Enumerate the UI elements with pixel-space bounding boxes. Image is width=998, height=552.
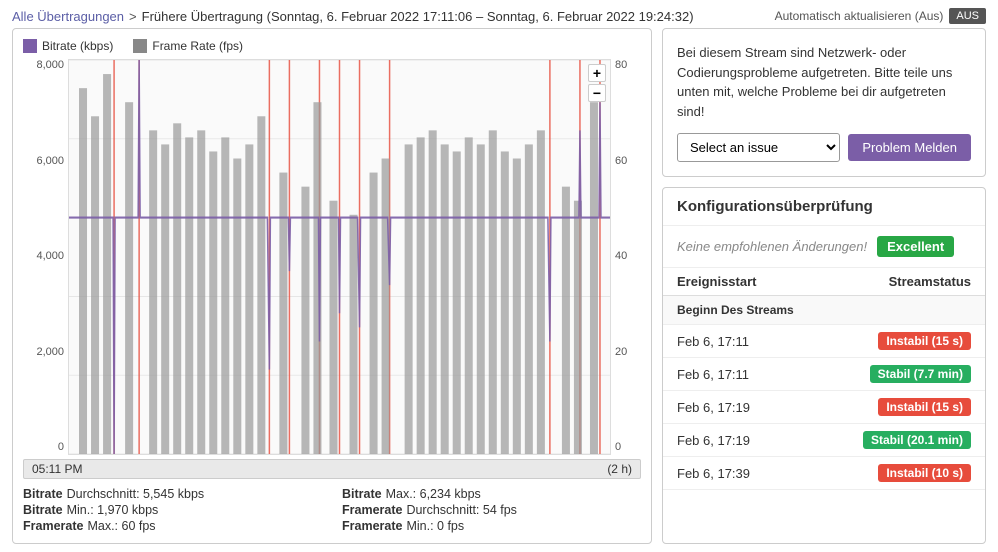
status-badge: Stabil (20.1 min) xyxy=(863,431,971,449)
breadcrumb-sep: > xyxy=(129,9,137,24)
table-row: Feb 6, 17:19 Stabil (20.1 min) xyxy=(663,424,985,457)
config-no-changes: Keine empfohlenen Änderungen! Excellent xyxy=(663,226,985,268)
table-row: Feb 6, 17:11 Instabil (15 s) xyxy=(663,325,985,358)
table-row: Feb 6, 17:19 Instabil (15 s) xyxy=(663,391,985,424)
event-section-label: Beginn Des Streams xyxy=(677,303,971,317)
event-section-header: Beginn Des Streams xyxy=(663,296,985,325)
auto-update-toggle[interactable]: AUS xyxy=(949,8,986,24)
legend-label-bitrate: Bitrate (kbps) xyxy=(42,39,113,53)
stat-bitrate-avg: Bitrate Durchschnitt: 5,545 kbps xyxy=(23,487,322,501)
stat-framerate-min: Framerate Min.: 0 fps xyxy=(342,519,641,533)
legend-label-framerate: Frame Rate (fps) xyxy=(152,39,243,53)
event-date-1: Feb 6, 17:11 xyxy=(677,334,824,349)
table-row: Feb 6, 17:11 Stabil (7.7 min) xyxy=(663,358,985,391)
event-table: Ereignisstart Streamstatus Beginn Des St… xyxy=(663,268,985,543)
stat-framerate-avg: Framerate Durchschnitt: 54 fps xyxy=(342,503,641,517)
issue-box: Bei diesem Stream sind Netzwerk- oder Co… xyxy=(662,28,986,177)
auto-update-label: Automatisch aktualisieren (Aus) xyxy=(775,9,944,23)
issue-select[interactable]: Select an issue Netzwerkproblem Codierun… xyxy=(677,133,840,162)
breadcrumb-current: Frühere Übertragung (Sonntag, 6. Februar… xyxy=(142,9,694,24)
event-date-5: Feb 6, 17:39 xyxy=(677,466,824,481)
issue-controls: Select an issue Netzwerkproblem Codierun… xyxy=(677,133,971,162)
event-status-4: Stabil (20.1 min) xyxy=(824,431,971,449)
chart-area: 8,000 6,000 4,000 2,000 0 xyxy=(23,59,641,455)
zoom-controls: + − xyxy=(588,64,606,102)
stat-bitrate-max: Bitrate Max.: 6,234 kbps xyxy=(342,487,641,501)
left-panel: Bitrate (kbps) Frame Rate (fps) 8,000 6,… xyxy=(12,28,652,544)
status-badge: Instabil (10 s) xyxy=(878,464,971,482)
event-table-header: Ereignisstart Streamstatus xyxy=(663,268,985,296)
table-row: Feb 6, 17:39 Instabil (10 s) xyxy=(663,457,985,490)
excellent-badge: Excellent xyxy=(877,236,954,257)
status-badge: Instabil (15 s) xyxy=(878,398,971,416)
chart-legend: Bitrate (kbps) Frame Rate (fps) xyxy=(23,39,641,53)
zoom-out-button[interactable]: − xyxy=(588,84,606,102)
legend-color-framerate xyxy=(133,39,147,53)
col-header-status: Streamstatus xyxy=(824,274,971,289)
event-status-2: Stabil (7.7 min) xyxy=(824,365,971,383)
zoom-in-button[interactable]: + xyxy=(588,64,606,82)
event-date-4: Feb 6, 17:19 xyxy=(677,433,824,448)
config-no-changes-text: Keine empfohlenen Änderungen! xyxy=(677,239,867,254)
x-axis-duration: (2 h) xyxy=(607,462,632,476)
right-panel: Bei diesem Stream sind Netzwerk- oder Co… xyxy=(662,28,986,544)
stats-area: Bitrate Durchschnitt: 5,545 kbps Bitrate… xyxy=(23,487,641,533)
legend-color-bitrate xyxy=(23,39,37,53)
issue-text: Bei diesem Stream sind Netzwerk- oder Co… xyxy=(677,43,971,121)
event-date-3: Feb 6, 17:19 xyxy=(677,400,824,415)
config-header: Konfigurationsüberprüfung xyxy=(663,188,985,226)
auto-update-area: Automatisch aktualisieren (Aus) AUS xyxy=(775,8,986,24)
y-axis-right: 80 60 40 20 0 xyxy=(611,59,641,455)
stat-bitrate-min: Bitrate Min.: 1,970 kbps xyxy=(23,503,322,517)
event-status-5: Instabil (10 s) xyxy=(824,464,971,482)
legend-item-framerate: Frame Rate (fps) xyxy=(133,39,243,53)
event-status-1: Instabil (15 s) xyxy=(824,332,971,350)
chart-canvas: + − xyxy=(68,59,611,455)
legend-item-bitrate: Bitrate (kbps) xyxy=(23,39,113,53)
report-button[interactable]: Problem Melden xyxy=(848,134,971,161)
all-transmissions-link[interactable]: Alle Übertragungen xyxy=(12,9,124,24)
top-nav: Alle Übertragungen > Frühere Übertragung… xyxy=(0,0,998,28)
status-badge: Stabil (7.7 min) xyxy=(870,365,971,383)
event-date-2: Feb 6, 17:11 xyxy=(677,367,824,382)
status-badge: Instabil (15 s) xyxy=(878,332,971,350)
x-axis-start: 05:11 PM xyxy=(32,462,82,476)
stat-framerate-max: Framerate Max.: 60 fps xyxy=(23,519,322,533)
x-axis-bar: 05:11 PM (2 h) xyxy=(23,459,641,479)
col-header-event: Ereignisstart xyxy=(677,274,824,289)
config-box: Konfigurationsüberprüfung Keine empfohle… xyxy=(662,187,986,544)
event-status-3: Instabil (15 s) xyxy=(824,398,971,416)
y-axis-left: 8,000 6,000 4,000 2,000 0 xyxy=(23,59,68,455)
main-content: Bitrate (kbps) Frame Rate (fps) 8,000 6,… xyxy=(0,28,998,544)
